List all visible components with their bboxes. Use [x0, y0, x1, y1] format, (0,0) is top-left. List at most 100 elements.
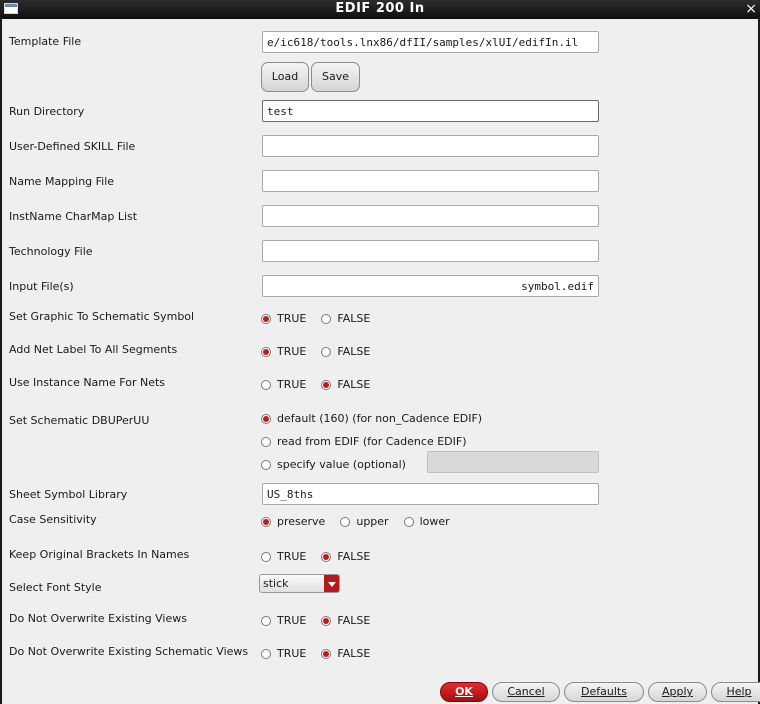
window-title: EDIF 200 In: [335, 1, 425, 16]
option-label: FALSE: [337, 378, 371, 391]
keep-brackets-label: Keep Original Brackets In Names: [9, 548, 190, 561]
help-label: Help: [726, 685, 752, 698]
font-style-label: Select Font Style: [9, 581, 102, 594]
no-overwrite-schematic-true[interactable]: TRUE: [261, 647, 306, 660]
radio-icon: [321, 346, 332, 357]
run-directory-label: Run Directory: [9, 105, 85, 118]
skill-file-input[interactable]: [262, 135, 599, 157]
name-mapping-label: Name Mapping File: [9, 175, 115, 188]
case-sensitivity-label: Case Sensitivity: [9, 513, 97, 526]
run-directory-input[interactable]: test: [262, 100, 599, 122]
radio-icon: [261, 436, 271, 447]
instance-name-nets-true[interactable]: TRUE: [261, 378, 306, 391]
ok-label: OK: [455, 685, 473, 698]
apply-button[interactable]: Apply: [648, 682, 707, 702]
option-label: TRUE: [277, 550, 307, 563]
load-button[interactable]: Load: [261, 62, 309, 92]
radio-icon: [261, 551, 271, 562]
radio-icon: [261, 459, 271, 470]
option-label: FALSE: [337, 312, 371, 325]
radio-icon: [261, 413, 271, 424]
option-label: FALSE: [337, 550, 371, 563]
sheet-symbol-input[interactable]: US_8ths: [262, 483, 599, 505]
dbu-label: Set Schematic DBUPerUU: [9, 414, 150, 427]
close-icon[interactable]: ×: [745, 1, 757, 17]
ok-button[interactable]: OK: [440, 682, 488, 702]
radio-icon: [261, 615, 271, 626]
template-file-input[interactable]: e/ic618/tools.lnx86/dfII/samples/xlUI/ed…: [262, 31, 599, 53]
dbu-option-read[interactable]: read from EDIF (for Cadence EDIF): [261, 435, 482, 448]
keep-brackets-radio-group: TRUE FALSE: [261, 550, 385, 563]
option-label: TRUE: [277, 312, 307, 325]
help-button[interactable]: Help: [711, 682, 760, 702]
radio-icon: [403, 516, 414, 527]
radio-icon: [321, 648, 332, 659]
no-overwrite-views-radio-group: TRUE FALSE: [261, 614, 385, 627]
net-label-label: Add Net Label To All Segments: [9, 343, 178, 356]
option-label: FALSE: [337, 345, 371, 358]
net-label-true[interactable]: TRUE: [261, 345, 306, 358]
no-overwrite-schematic-label: Do Not Overwrite Existing Schematic View…: [9, 645, 249, 658]
option-label: TRUE: [277, 345, 307, 358]
net-label-false[interactable]: FALSE: [321, 345, 370, 358]
dbu-option-default[interactable]: default (160) (for non_Cadence EDIF): [261, 412, 497, 425]
instance-name-nets-false[interactable]: FALSE: [321, 378, 370, 391]
case-preserve[interactable]: preserve: [261, 515, 325, 528]
form-body: Template File e/ic618/tools.lnx86/dfII/s…: [0, 19, 760, 704]
instname-charmap-label: InstName CharMap List: [9, 210, 138, 223]
radio-icon: [261, 648, 271, 659]
option-label: TRUE: [277, 378, 307, 391]
option-label: TRUE: [277, 614, 307, 627]
no-overwrite-schematic-false[interactable]: FALSE: [321, 647, 370, 660]
save-button[interactable]: Save: [311, 62, 360, 92]
font-style-value: stick: [263, 577, 289, 590]
radio-icon: [261, 379, 271, 390]
no-overwrite-views-false[interactable]: FALSE: [321, 614, 370, 627]
instance-name-nets-radio-group: TRUE FALSE: [261, 378, 385, 391]
no-overwrite-schematic-radio-group: TRUE FALSE: [261, 647, 385, 660]
case-upper[interactable]: upper: [340, 515, 389, 528]
radio-icon: [321, 615, 332, 626]
no-overwrite-views-true[interactable]: TRUE: [261, 614, 306, 627]
font-style-select[interactable]: stick: [259, 574, 340, 593]
template-file-label: Template File: [9, 35, 82, 48]
case-sensitivity-radio-group: preserve upper lower: [261, 515, 465, 528]
case-lower[interactable]: lower: [403, 515, 450, 528]
title-bar: EDIF 200 In ×: [0, 0, 760, 19]
option-label: FALSE: [337, 614, 371, 627]
option-label: default (160) (for non_Cadence EDIF): [277, 412, 483, 425]
instance-name-nets-label: Use Instance Name For Nets: [9, 376, 166, 389]
radio-icon: [321, 379, 332, 390]
net-label-radio-group: TRUE FALSE: [261, 345, 385, 358]
graphic-to-symbol-false[interactable]: FALSE: [321, 312, 370, 325]
input-files-label: Input File(s): [9, 280, 74, 293]
option-label: specify value (optional): [277, 458, 406, 471]
option-label: upper: [356, 515, 389, 528]
graphic-to-symbol-true[interactable]: TRUE: [261, 312, 306, 325]
input-files-input[interactable]: symbol.edif: [262, 275, 599, 297]
cancel-button[interactable]: Cancel: [492, 682, 560, 702]
defaults-button[interactable]: Defaults: [564, 682, 644, 702]
graphic-to-symbol-radio-group: TRUE FALSE: [261, 312, 385, 325]
radio-icon: [340, 516, 351, 527]
radio-icon: [321, 551, 332, 562]
chevron-down-icon: [324, 575, 339, 592]
radio-icon: [261, 313, 271, 324]
apply-label: Apply: [661, 685, 694, 698]
skill-file-label: User-Defined SKILL File: [9, 140, 136, 153]
instname-charmap-input[interactable]: [262, 205, 599, 227]
radio-icon: [261, 346, 271, 357]
radio-icon: [321, 313, 332, 324]
technology-file-input[interactable]: [262, 240, 599, 262]
dbu-specify-input[interactable]: [427, 451, 599, 473]
dbu-option-specify[interactable]: specify value (optional): [261, 458, 421, 471]
cancel-label: Cancel: [507, 685, 545, 698]
technology-file-label: Technology File: [9, 245, 93, 258]
radio-icon: [261, 516, 271, 527]
name-mapping-input[interactable]: [262, 170, 599, 192]
option-label: lower: [419, 515, 450, 528]
keep-brackets-true[interactable]: TRUE: [261, 550, 306, 563]
keep-brackets-false[interactable]: FALSE: [321, 550, 370, 563]
sheet-symbol-label: Sheet Symbol Library: [9, 488, 128, 501]
option-label: preserve: [277, 515, 326, 528]
